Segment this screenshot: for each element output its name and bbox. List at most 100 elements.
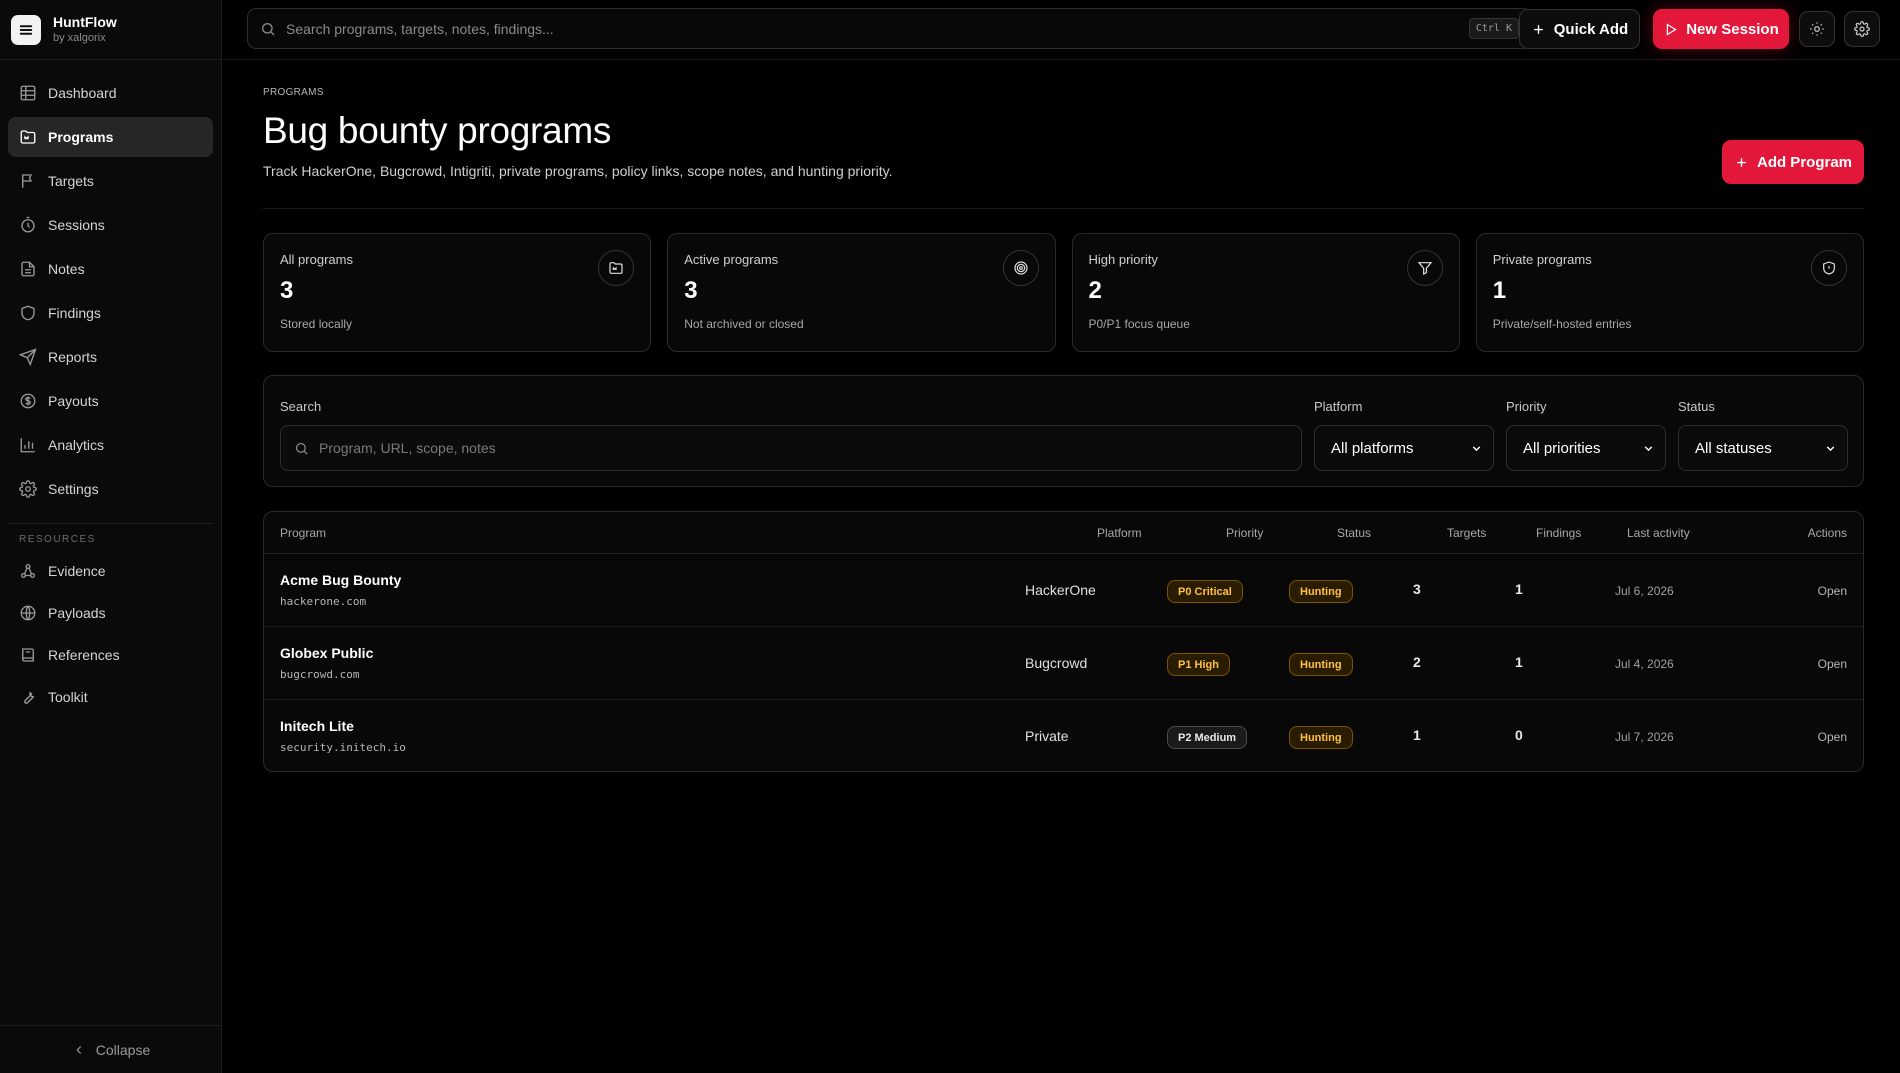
sidebar-item-label: Toolkit	[48, 689, 88, 705]
sidebar-item-payouts[interactable]: Payouts	[8, 381, 213, 421]
open-program-link[interactable]: Open	[1818, 730, 1847, 744]
gear-icon	[19, 480, 37, 498]
app-byline: by xalgorix	[53, 32, 106, 44]
program-name: Globex Public	[280, 645, 374, 661]
stat-label: Active programs	[684, 252, 779, 267]
breadcrumb: PROGRAMS	[263, 87, 324, 98]
column-header-priority: Priority	[1226, 526, 1264, 540]
gear-icon	[1854, 21, 1870, 37]
program-platform: Private	[1025, 728, 1069, 744]
sidebar-item-toolkit[interactable]: Toolkit	[8, 678, 213, 716]
status-badge: Hunting	[1289, 726, 1353, 749]
sidebar-item-programs[interactable]: Programs	[8, 117, 213, 157]
collapse-sidebar-button[interactable]: Collapse	[0, 1025, 222, 1073]
stat-note: Stored locally	[280, 317, 353, 331]
bar-chart-icon	[20, 438, 35, 453]
page-title: Bug bounty programs	[263, 110, 612, 151]
add-program-button[interactable]: Add Program	[1722, 140, 1864, 184]
sun-icon	[1810, 22, 1824, 36]
stat-note: P0/P1 focus queue	[1088, 317, 1190, 331]
column-header-platform: Platform	[1097, 526, 1142, 540]
target-icon	[1002, 250, 1039, 286]
new-session-button[interactable]: New Session	[1653, 9, 1789, 49]
status-filter-label: Status	[1678, 399, 1715, 414]
stat-card-high-priority: High priority 2 P0/P1 focus queue	[1071, 233, 1460, 352]
priority-select-value: All priorities	[1523, 439, 1601, 457]
last-activity: Jul 4, 2026	[1615, 657, 1674, 671]
add-program-label: Add Program	[1756, 153, 1852, 171]
open-program-link[interactable]: Open	[1818, 657, 1847, 671]
table-row[interactable]: Globex Public bugcrowd.com Bugcrowd P1 H…	[264, 627, 1863, 700]
quick-add-label: Quick Add	[1553, 20, 1629, 38]
shield-icon	[21, 305, 35, 321]
sidebar-item-findings[interactable]: Findings	[8, 293, 213, 333]
app-name: HuntFlow	[53, 14, 117, 30]
main-nav: Dashboard Programs Targets Sessions Note…	[0, 60, 221, 509]
priority-filter-label: Priority	[1506, 399, 1547, 414]
findings-count: 1	[1515, 581, 1523, 597]
stat-label: Private programs	[1492, 252, 1592, 267]
folder-icon	[20, 130, 36, 144]
table-row[interactable]: Initech Lite security.initech.io Private…	[264, 700, 1863, 771]
new-session-label: New Session	[1686, 20, 1779, 38]
program-search[interactable]	[280, 425, 1302, 471]
sidebar-item-payloads[interactable]: Payloads	[8, 594, 213, 632]
table-row[interactable]: Acme Bug Bounty hackerone.com HackerOne …	[264, 554, 1863, 627]
page-subtitle: Track HackerOne, Bugcrowd, Intigriti, pr…	[263, 163, 893, 179]
sidebar-item-targets[interactable]: Targets	[8, 161, 213, 201]
stat-note: Not archived or closed	[684, 317, 804, 331]
sidebar-item-references[interactable]: References	[8, 636, 213, 674]
status-badge: Hunting	[1289, 653, 1353, 676]
column-header-status: Status	[1337, 526, 1372, 540]
sidebar-item-label: Targets	[48, 173, 94, 189]
filters-panel: Search Platform All platforms Priority A…	[263, 375, 1864, 487]
priority-badge: P2 Medium	[1167, 726, 1248, 749]
theme-toggle-button[interactable]	[1799, 11, 1835, 47]
collapse-label: Collapse	[95, 1041, 151, 1058]
file-text-icon	[21, 261, 35, 277]
sidebar-item-evidence[interactable]: Evidence	[8, 552, 213, 590]
status-select[interactable]: All statuses	[1678, 425, 1848, 471]
global-search[interactable]: Ctrl K	[247, 8, 1532, 49]
settings-button[interactable]	[1844, 11, 1880, 47]
sidebar-item-label: References	[48, 647, 120, 663]
sidebar-item-notes[interactable]: Notes	[8, 249, 213, 289]
platform-filter-label: Platform	[1314, 399, 1363, 414]
program-search-input[interactable]	[319, 440, 1288, 456]
sidebar-item-sessions[interactable]: Sessions	[8, 205, 213, 245]
sidebar-divider	[8, 523, 213, 524]
column-header-program: Program	[280, 526, 327, 540]
chevron-left-icon	[76, 1045, 81, 1054]
send-icon	[19, 348, 37, 366]
sidebar-item-reports[interactable]: Reports	[8, 337, 213, 377]
global-search-input[interactable]	[286, 20, 1469, 37]
plus-icon	[1533, 24, 1543, 34]
targets-count: 1	[1413, 727, 1421, 743]
globe-icon	[20, 605, 36, 621]
search-icon	[295, 442, 308, 455]
sidebar-item-label: Findings	[48, 305, 101, 321]
column-header-actions: Actions	[1807, 526, 1847, 540]
programs-table: Program Platform Priority Status Targets…	[263, 511, 1864, 772]
quick-add-button[interactable]: Quick Add	[1519, 9, 1640, 49]
priority-select[interactable]: All priorities	[1506, 425, 1666, 471]
priority-badge: P0 Critical	[1167, 580, 1243, 603]
program-platform: Bugcrowd	[1025, 655, 1088, 671]
plus-icon	[1737, 157, 1746, 167]
stat-label: High priority	[1088, 252, 1158, 267]
sidebar-item-dashboard[interactable]: Dashboard	[8, 73, 213, 113]
sidebar-item-label: Payouts	[48, 393, 99, 409]
shortcut-hint: Ctrl K	[1468, 18, 1519, 39]
stat-value: 3	[280, 277, 294, 304]
sidebar-item-settings[interactable]: Settings	[8, 469, 213, 509]
platform-select[interactable]: All platforms	[1314, 425, 1494, 471]
sidebar-item-analytics[interactable]: Analytics	[8, 425, 213, 465]
brand[interactable]: HuntFlow by xalgorix	[0, 0, 221, 60]
stat-value: 2	[1088, 277, 1102, 304]
timer-icon	[21, 216, 35, 233]
priority-badge: P1 High	[1167, 653, 1230, 676]
search-icon	[262, 22, 275, 35]
sidebar-item-label: Evidence	[48, 563, 106, 579]
chevron-down-icon	[1472, 445, 1481, 451]
open-program-link[interactable]: Open	[1818, 584, 1847, 598]
